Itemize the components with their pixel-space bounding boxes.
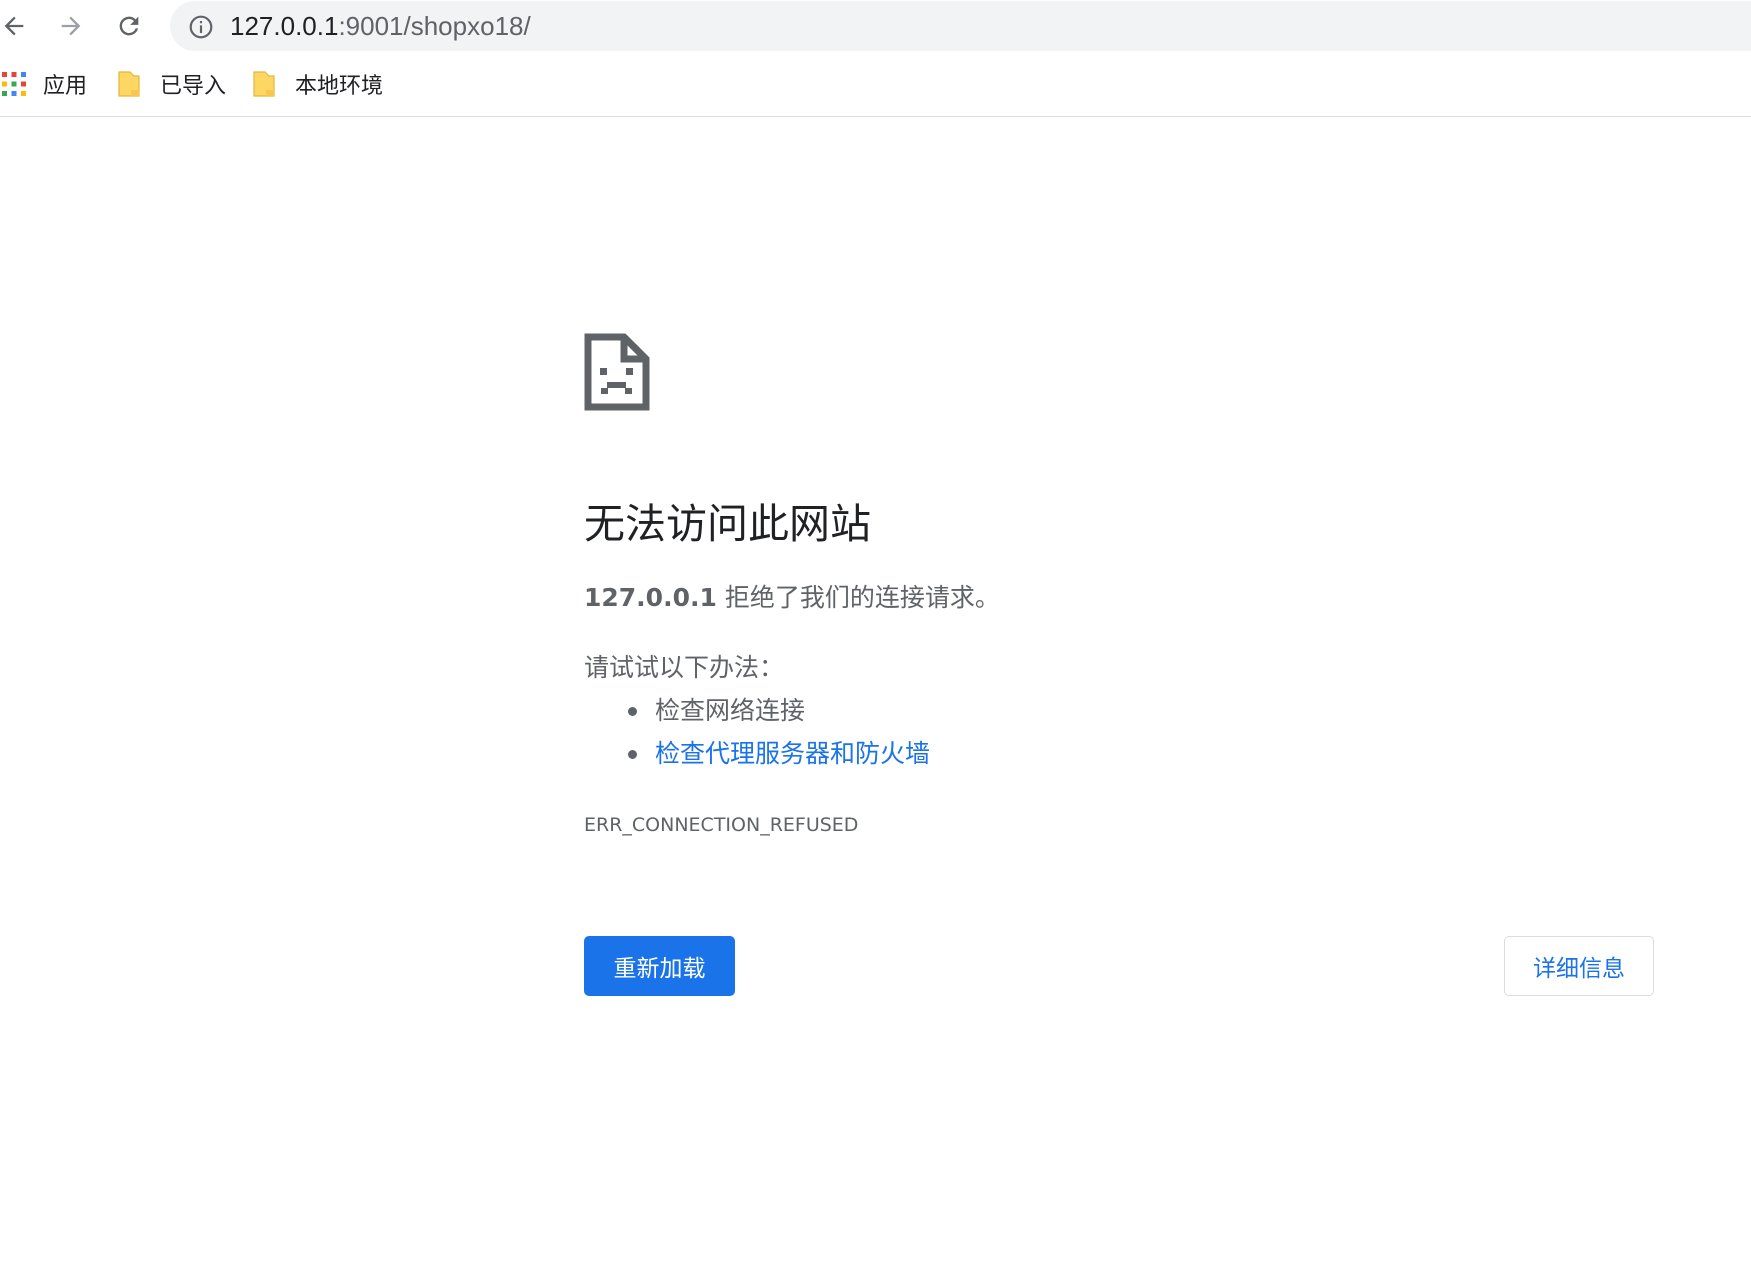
browser-toolbar: 127.0.0.1:9001/shopxo18/ bbox=[0, 0, 1751, 52]
info-icon[interactable] bbox=[188, 14, 214, 40]
reload-button[interactable]: 重新加载 bbox=[584, 936, 735, 996]
suggestions-heading: 请试试以下办法： bbox=[584, 653, 785, 682]
suggestion-item: 检查网络连接 bbox=[628, 693, 805, 729]
error-code: ERR_CONNECTION_REFUSED bbox=[584, 814, 859, 836]
suggestion-check-proxy-link[interactable]: 检查代理服务器和防火墙 bbox=[655, 736, 930, 772]
error-host: 127.0.0.1 bbox=[584, 583, 717, 612]
sad-document-icon bbox=[584, 333, 650, 411]
bookmark-folder-local-env[interactable]: 本地环境 bbox=[253, 66, 383, 102]
forward-button[interactable] bbox=[51, 6, 91, 46]
reload-page-button[interactable] bbox=[109, 6, 149, 46]
bookmark-folder-imported[interactable]: 已导入 bbox=[118, 66, 226, 102]
bookmark-label: 已导入 bbox=[160, 74, 227, 99]
suggestion-check-network: 检查网络连接 bbox=[655, 696, 806, 725]
error-summary: 127.0.0.1 拒绝了我们的连接请求。 bbox=[584, 580, 1000, 616]
folder-icon bbox=[253, 71, 275, 97]
apps-grid-icon bbox=[2, 72, 26, 96]
url-text[interactable]: 127.0.0.1:9001/shopxo18/ bbox=[230, 10, 531, 42]
reload-icon bbox=[119, 16, 139, 36]
url-host: 127.0.0.1 bbox=[230, 11, 339, 41]
bullet-icon bbox=[628, 706, 637, 716]
bookmark-label: 应用 bbox=[43, 74, 88, 99]
suggestion-item: 检查代理服务器和防火墙 bbox=[628, 736, 930, 772]
arrow-right-icon bbox=[61, 16, 81, 36]
error-summary-text: 拒绝了我们的连接请求。 bbox=[716, 583, 1000, 612]
error-title: 无法访问此网站 bbox=[584, 500, 871, 548]
bookmarks-bar: 应用 已导入 本地环境 bbox=[0, 52, 1751, 117]
folder-icon bbox=[118, 71, 140, 97]
bullet-icon bbox=[628, 749, 637, 759]
back-button[interactable] bbox=[0, 6, 34, 46]
arrow-left-icon bbox=[4, 16, 24, 36]
bookmark-apps[interactable]: 应用 bbox=[2, 66, 87, 102]
url-path: :9001/shopxo18/ bbox=[338, 11, 531, 41]
browser-window: 127.0.0.1:9001/shopxo18/ 应用 已导入 本地环境 无法访… bbox=[0, 0, 1751, 1273]
bookmark-label: 本地环境 bbox=[295, 74, 384, 99]
details-button[interactable]: 详细信息 bbox=[1504, 936, 1654, 996]
